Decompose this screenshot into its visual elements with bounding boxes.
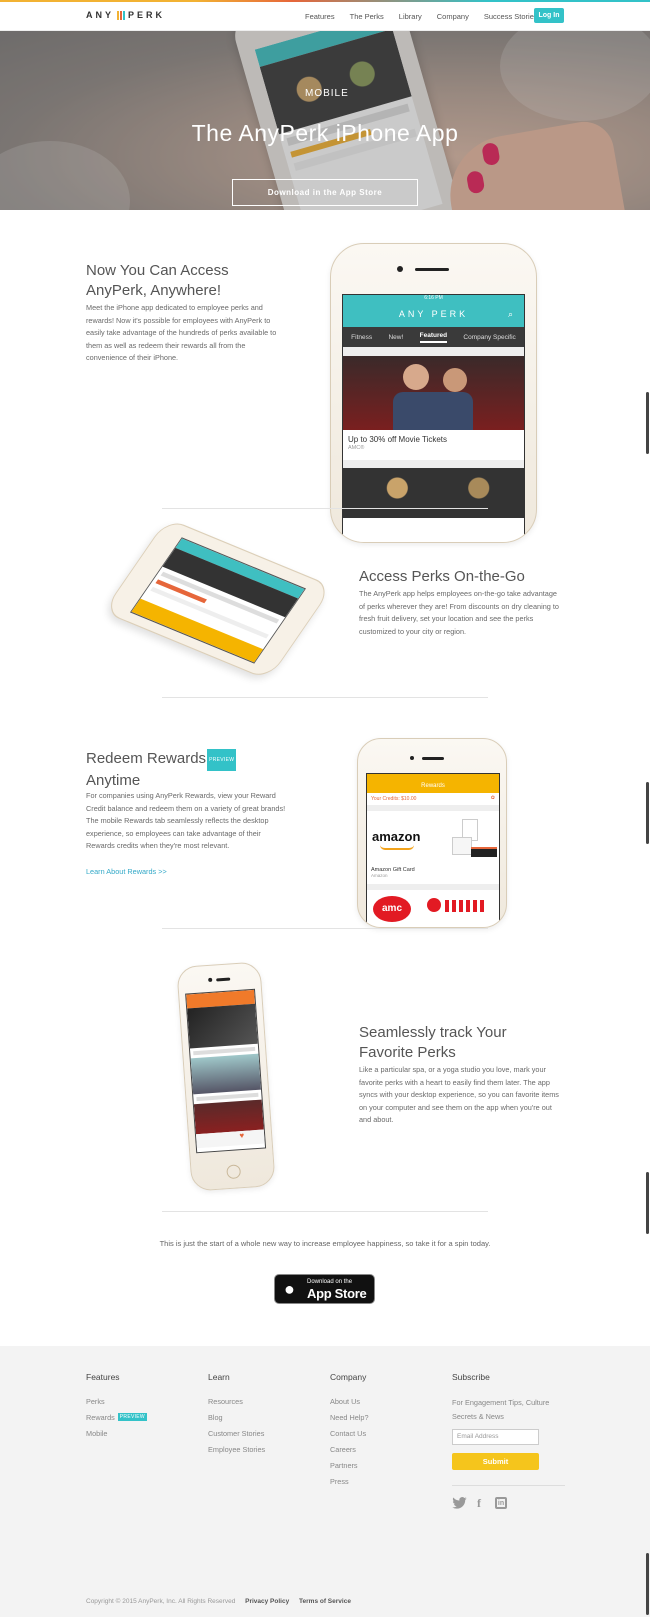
preview-badge: PREVIEW bbox=[207, 749, 237, 771]
twitter-icon[interactable] bbox=[452, 1497, 467, 1509]
home-button-icon bbox=[226, 1164, 242, 1180]
nav-links: Features The Perks Library Company Succe… bbox=[305, 12, 553, 21]
scrollbar-thumb[interactable] bbox=[646, 1172, 649, 1234]
section-access-title: Now You Can Access AnyPerk, Anywhere! bbox=[86, 262, 229, 299]
copyright: Copyright © 2015 AnyPerk, Inc. All Right… bbox=[86, 1598, 351, 1605]
phone3-header: Rewards bbox=[367, 779, 499, 793]
scrollbar-thumb[interactable] bbox=[646, 782, 649, 844]
footer bbox=[0, 1346, 650, 1617]
footer-link-press[interactable]: Press bbox=[330, 1477, 349, 1486]
footer-link-contact-us[interactable]: Contact Us bbox=[330, 1429, 366, 1438]
footer-link-blog[interactable]: Blog bbox=[208, 1413, 223, 1422]
submit-button[interactable]: Submit bbox=[452, 1453, 539, 1470]
login-button[interactable]: Log In bbox=[534, 8, 564, 23]
nav-link-library[interactable]: Library bbox=[399, 12, 422, 21]
footer-link-careers[interactable]: Careers bbox=[330, 1445, 356, 1454]
nav-color-stripe bbox=[0, 0, 650, 2]
section-access-body: Meet the iPhone app dedicated to employe… bbox=[86, 303, 277, 363]
phone1-card-title: Up to 30% off Movie Tickets bbox=[348, 435, 448, 444]
amc-item-image: amc bbox=[367, 890, 499, 927]
movie-theater-image bbox=[343, 356, 524, 430]
section-onthego-title: Access Perks On-the-Go bbox=[359, 568, 525, 585]
section-redeem-body: For companies using AnyPerk Rewards, vie… bbox=[86, 791, 286, 851]
phone-mockup-rewards: Rewards Your Credits: $10.00 ✿ amazon Am… bbox=[357, 738, 507, 928]
footer-preview-badge: PREVIEW bbox=[117, 1413, 147, 1421]
apple-icon: ● bbox=[284, 1279, 295, 1299]
nav-link-company[interactable]: Company bbox=[437, 12, 469, 21]
email-address-input[interactable]: Email Address bbox=[452, 1429, 539, 1445]
learn-about-rewards-link[interactable]: Learn About Rewards >> bbox=[86, 867, 167, 876]
download-app-store-button[interactable]: Download in the App Store bbox=[232, 179, 418, 206]
phone-mockup-favorites: ♥ bbox=[176, 961, 276, 1192]
footer-learn-heading: Learn bbox=[208, 1372, 230, 1382]
phone1-tab-new: New! bbox=[388, 333, 404, 341]
footer-features-heading: Features bbox=[86, 1372, 120, 1382]
section-track-title: Seamlessly track Your Favorite Perks bbox=[359, 1024, 507, 1061]
logo-bars-icon bbox=[117, 10, 126, 20]
phone1-status-time: 6:16 PM bbox=[343, 295, 524, 302]
footer-link-employee-stories[interactable]: Employee Stories bbox=[208, 1445, 265, 1454]
nav-link-features[interactable]: Features bbox=[305, 12, 335, 21]
phone-mockup-tilted bbox=[88, 515, 337, 692]
footer-link-customer-stories[interactable]: Customer Stories bbox=[208, 1429, 264, 1438]
phone-mockup-featured: 6:16 PM ANY PERK ⌕ Fitness New! Featured… bbox=[330, 243, 537, 543]
phone1-tab-featured: Featured bbox=[419, 332, 448, 343]
gift-icon: ✿ bbox=[490, 795, 495, 801]
footer-subscribe-text: For Engagement Tips, Culture Secrets & N… bbox=[452, 1398, 550, 1421]
phone1-tab-company-specific: Company Specific bbox=[463, 333, 516, 341]
hero-banner: MOBILE The AnyPerk iPhone App Download i… bbox=[0, 31, 650, 210]
food-image bbox=[343, 468, 524, 518]
phone1-app-header: ANY PERK ⌕ bbox=[343, 302, 524, 327]
amazon-item-image: amazon bbox=[367, 811, 499, 867]
scrollbar-thumb[interactable] bbox=[646, 392, 649, 454]
footer-link-perks[interactable]: Perks bbox=[86, 1397, 105, 1406]
footer-link-need-help[interactable]: Need Help? bbox=[330, 1413, 369, 1422]
footer-link-mobile[interactable]: Mobile bbox=[86, 1429, 108, 1438]
app-store-badge-button[interactable]: ● Download on the App Store bbox=[274, 1274, 375, 1304]
nav-link-success-stories[interactable]: Success Stories bbox=[484, 12, 538, 21]
hero-title: The AnyPerk iPhone App bbox=[191, 120, 459, 146]
phone1-tab-fitness: Fitness bbox=[351, 333, 373, 341]
facebook-icon[interactable]: f bbox=[477, 1496, 481, 1511]
search-icon: ⌕ bbox=[507, 309, 516, 319]
scrollbar-thumb[interactable] bbox=[646, 1553, 649, 1615]
footer-company-heading: Company bbox=[330, 1372, 367, 1382]
phone1-card-sub: AMC® bbox=[348, 445, 365, 451]
linkedin-icon[interactable]: in bbox=[495, 1497, 507, 1509]
footer-link-rewards[interactable]: Rewards PREVIEW bbox=[86, 1413, 147, 1422]
phone1-tab-bar: Fitness New! Featured Company Specific bbox=[343, 327, 524, 347]
top-nav: ANY PERK Features The Perks Library Comp… bbox=[0, 0, 650, 31]
terms-of-service-link[interactable]: Terms of Service bbox=[299, 1598, 351, 1605]
privacy-policy-link[interactable]: Privacy Policy bbox=[245, 1598, 289, 1605]
section-onthego-body: The AnyPerk app helps employees on-the-g… bbox=[359, 589, 559, 636]
footer-link-about-us[interactable]: About Us bbox=[330, 1397, 360, 1406]
section-track-body: Like a particular spa, or a yoga studio … bbox=[359, 1065, 559, 1125]
footer-link-resources[interactable]: Resources bbox=[208, 1397, 243, 1406]
hero-mobile-label: MOBILE bbox=[305, 88, 349, 99]
section-redeem-title: Redeem Rewards PREVIEW Anytime bbox=[86, 749, 237, 789]
cta-text: This is just the start of a whole new wa… bbox=[159, 1239, 491, 1248]
footer-link-partners[interactable]: Partners bbox=[330, 1461, 358, 1470]
anyperk-logo[interactable]: ANY PERK bbox=[86, 10, 165, 20]
phone3-item1-sub: Amazon bbox=[371, 873, 388, 878]
phone3-credits: Your Credits: $10.00 ✿ bbox=[371, 795, 495, 802]
nav-link-the-perks[interactable]: The Perks bbox=[350, 12, 384, 21]
footer-subscribe-heading: Subscribe bbox=[452, 1372, 490, 1382]
